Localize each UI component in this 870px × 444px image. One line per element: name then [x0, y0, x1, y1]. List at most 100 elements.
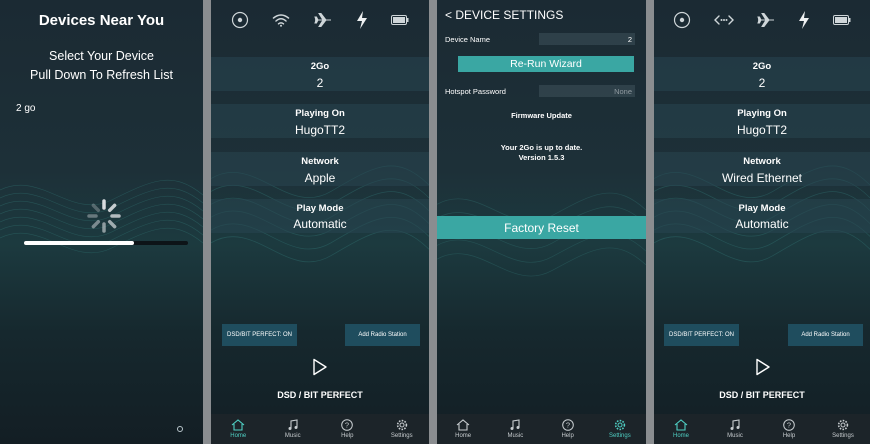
tab-label: Home	[455, 433, 472, 439]
gear-icon	[614, 419, 626, 431]
tab-bar: Home Music ? Help Settings	[437, 414, 646, 444]
dsd-bit-perfect-button[interactable]: DSD/BIT PERFECT: ON	[664, 324, 739, 346]
dsd-bit-perfect-button[interactable]: DSD/BIT PERFECT: ON	[222, 324, 297, 346]
row-label-playing-on: Playing On	[295, 108, 345, 119]
bolt-icon[interactable]	[356, 11, 368, 29]
tab-music[interactable]: Music	[266, 414, 321, 444]
device-list-item[interactable]: 2 go	[16, 103, 35, 114]
tab-label: Help	[561, 433, 574, 439]
tab-label: Help	[341, 433, 354, 439]
tab-music[interactable]: Music	[708, 414, 762, 444]
wifi-icon[interactable]	[272, 13, 290, 27]
tab-home[interactable]: Home	[654, 414, 708, 444]
device-name-input[interactable]: 2	[628, 35, 632, 44]
home-icon	[456, 419, 470, 431]
tab-settings[interactable]: Settings	[594, 414, 646, 444]
row-value-playing-on: HugoTT2	[736, 123, 788, 137]
status-bar	[654, 0, 870, 40]
row-value-network: Apple	[304, 171, 336, 185]
tab-home[interactable]: Home	[211, 414, 266, 444]
hotspot-password-input[interactable]: None	[614, 87, 632, 96]
help-icon: ?	[783, 419, 795, 431]
ethernet-icon[interactable]	[714, 14, 735, 26]
tab-bar: Home Music ? Help Settings	[211, 414, 429, 444]
tab-label: Home	[230, 433, 247, 439]
devices-near-you-screen: Devices Near You Select Your Device Pull…	[0, 0, 203, 444]
device-name-field-bg	[539, 33, 635, 45]
firmware-update-title: Firmware Update	[511, 111, 572, 120]
home-screen-wifi: 2Go 2 Playing On HugoTT2 Network Apple P…	[211, 0, 429, 444]
playback-mode-label: DSD / BIT PERFECT	[719, 390, 805, 400]
gear-icon	[837, 419, 849, 431]
tab-bar: Home Music ? Help Settings	[654, 414, 870, 444]
row-value-play-mode: Automatic	[735, 217, 789, 231]
playback-mode-label: DSD / BIT PERFECT	[277, 390, 363, 400]
tab-settings[interactable]: Settings	[375, 414, 430, 444]
row-label-play-mode: Play Mode	[296, 203, 344, 214]
page-title: Devices Near You	[38, 12, 165, 29]
instruction-refresh: Pull Down To Refresh List	[30, 68, 173, 82]
tab-help[interactable]: ? Help	[762, 414, 816, 444]
add-radio-station-button[interactable]: Add Radio Station	[345, 324, 420, 346]
target-icon[interactable]	[231, 11, 249, 29]
tab-label: Music	[507, 433, 524, 439]
airplane-icon[interactable]	[314, 12, 332, 28]
music-note-icon	[288, 419, 298, 430]
tab-label: Settings	[609, 433, 631, 439]
add-radio-station-button[interactable]: Add Radio Station	[788, 324, 863, 346]
target-icon[interactable]	[673, 11, 691, 29]
page-indicator-dot	[177, 426, 183, 432]
tab-settings[interactable]: Settings	[816, 414, 870, 444]
instruction-select: Select Your Device	[49, 49, 154, 63]
play-icon[interactable]	[312, 358, 328, 376]
tab-label: Settings	[390, 433, 413, 439]
music-note-icon	[730, 419, 740, 430]
play-icon[interactable]	[755, 358, 771, 376]
rerun-wizard-button[interactable]: Re-Run Wizard	[458, 56, 634, 72]
help-icon: ?	[561, 419, 574, 431]
tab-label: Music	[727, 433, 743, 439]
tab-music[interactable]: Music	[489, 414, 541, 444]
tab-help[interactable]: ? Help	[542, 414, 594, 444]
tab-label: Home	[672, 433, 689, 439]
tab-label: Settings	[832, 433, 854, 439]
row-label-network: Network	[743, 156, 781, 167]
factory-reset-button[interactable]: Factory Reset	[437, 216, 646, 239]
airplane-icon[interactable]	[757, 12, 775, 28]
row-value-2go: 2	[316, 76, 324, 90]
battery-icon	[832, 15, 851, 25]
svg-text:?: ?	[345, 421, 349, 430]
wave-background	[437, 192, 646, 277]
status-bar	[211, 0, 429, 40]
tab-help[interactable]: ? Help	[320, 414, 375, 444]
help-icon: ?	[341, 419, 354, 431]
row-value-playing-on: HugoTT2	[294, 123, 346, 137]
row-label-network: Network	[301, 156, 339, 167]
row-value-2go: 2	[758, 76, 766, 90]
gear-icon	[396, 419, 407, 431]
row-value-play-mode: Automatic	[293, 217, 347, 231]
music-note-icon	[510, 419, 520, 430]
row-label-2go: 2Go	[752, 61, 772, 72]
battery-icon	[391, 15, 409, 25]
row-label-play-mode: Play Mode	[738, 203, 786, 214]
refresh-progress-fill	[24, 241, 134, 245]
home-screen-ethernet: 2Go 2 Playing On HugoTT2 Network Wired E…	[654, 0, 870, 444]
tab-label: Music	[284, 433, 301, 439]
row-label-playing-on: Playing On	[737, 108, 787, 119]
hotspot-password-label: Hotspot Password	[445, 87, 506, 96]
bolt-icon[interactable]	[798, 11, 810, 29]
row-label-2go: 2Go	[310, 61, 330, 72]
loading-spinner-icon	[87, 199, 121, 233]
svg-text:?: ?	[787, 421, 791, 430]
svg-text:?: ?	[566, 421, 570, 430]
home-icon	[231, 419, 245, 431]
refresh-progress-bar	[24, 241, 188, 245]
row-value-network: Wired Ethernet	[721, 171, 803, 185]
home-icon	[674, 419, 688, 431]
device-name-label: Device Name	[445, 35, 491, 44]
tab-label: Help	[782, 433, 796, 439]
device-settings-back-link[interactable]: < DEVICE SETTINGS	[445, 8, 563, 22]
tab-home[interactable]: Home	[437, 414, 489, 444]
firmware-status-text: Your 2Go is up to date.	[500, 143, 583, 152]
